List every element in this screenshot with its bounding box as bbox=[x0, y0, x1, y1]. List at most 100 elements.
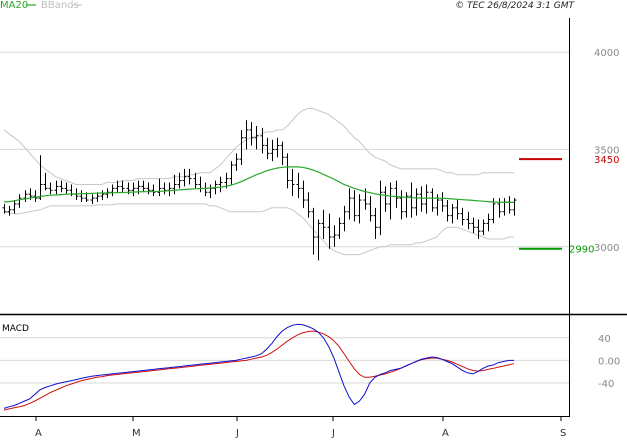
ohlc-bar bbox=[507, 196, 512, 214]
ohlc-bar bbox=[502, 198, 507, 216]
ohlc-bar bbox=[110, 184, 115, 197]
ohlc-bar bbox=[342, 205, 347, 232]
ohlc-bar bbox=[280, 141, 285, 165]
ohlc-bar bbox=[450, 203, 455, 224]
ohlc-bar bbox=[512, 198, 517, 216]
ohlc-bar bbox=[321, 209, 326, 239]
ohlc-bar bbox=[430, 188, 435, 212]
ohlc-bar bbox=[337, 217, 342, 239]
month-label: A bbox=[442, 428, 449, 439]
ohlc-bar bbox=[79, 190, 84, 202]
macd-signal-line bbox=[3, 330, 515, 411]
ohlc-bar bbox=[198, 176, 203, 193]
ohlc-bar bbox=[7, 205, 12, 216]
month-label: S bbox=[560, 428, 566, 439]
ohlc-bar bbox=[23, 190, 28, 202]
ohlc-bar bbox=[33, 190, 38, 202]
price-grid bbox=[0, 51, 569, 248]
ohlc-bar bbox=[208, 184, 213, 199]
ohlc-bar bbox=[394, 180, 399, 208]
ohlc-bar bbox=[424, 184, 429, 214]
ohlc-bar bbox=[357, 194, 362, 224]
bbands-upper-line bbox=[3, 108, 514, 185]
ohlc-bar bbox=[306, 192, 311, 218]
ohlc-bar bbox=[332, 225, 337, 247]
ohlc-bar bbox=[486, 213, 491, 232]
ohlc-bar bbox=[419, 186, 424, 212]
macd-title: MACD bbox=[2, 324, 29, 334]
macd-tick-label: 0.00 bbox=[598, 356, 620, 367]
ohlc-bar bbox=[12, 200, 17, 214]
month-label: J bbox=[235, 428, 239, 439]
ohlc-bar bbox=[352, 190, 357, 222]
ohlc-bar bbox=[141, 180, 146, 193]
ohlc-bar bbox=[90, 194, 95, 204]
price-tick-label: 3500 bbox=[594, 145, 619, 156]
ma20-legend-label: MA20 bbox=[0, 0, 28, 11]
ohlc-bar bbox=[466, 211, 471, 230]
ohlc-bar bbox=[290, 168, 295, 197]
bollinger-bands bbox=[3, 108, 514, 256]
ohlc-bar bbox=[43, 172, 48, 191]
ohlc-bar bbox=[460, 207, 465, 226]
ohlc-bar bbox=[157, 178, 162, 197]
ohlc-bar bbox=[17, 194, 22, 208]
ohlc-bar bbox=[383, 186, 388, 212]
ohlc-bar bbox=[440, 192, 445, 212]
ohlc-bar bbox=[38, 155, 43, 201]
ohlc-bar bbox=[471, 217, 476, 234]
ohlc-bar bbox=[368, 196, 373, 222]
ohlc-bar bbox=[455, 200, 460, 220]
ohlc-bar bbox=[301, 180, 306, 208]
ohlc-bar bbox=[182, 168, 187, 187]
macd-line bbox=[3, 323, 514, 409]
price-y-axis: 4000 3500 3000 bbox=[594, 48, 619, 254]
ohlc-bar bbox=[497, 198, 502, 218]
macd-lines bbox=[3, 323, 515, 411]
ohlc-bars bbox=[2, 120, 517, 261]
ohlc-bar bbox=[59, 180, 64, 193]
ohlc-bar bbox=[162, 182, 167, 195]
ohlc-bar bbox=[414, 188, 419, 216]
ohlc-bar bbox=[218, 176, 223, 193]
support-label: 2990 bbox=[569, 245, 594, 256]
ohlc-bar bbox=[388, 182, 393, 220]
ohlc-bar bbox=[131, 182, 136, 197]
ohlc-bar bbox=[378, 180, 383, 236]
month-label: J bbox=[331, 428, 335, 439]
ohlc-bar bbox=[409, 182, 414, 218]
ohlc-bar bbox=[249, 122, 254, 146]
ohlc-bar bbox=[445, 200, 450, 222]
price-tick-label: 4000 bbox=[594, 48, 619, 59]
ohlc-bar bbox=[54, 180, 59, 195]
ohlc-bar bbox=[244, 120, 249, 150]
ohlc-bar bbox=[254, 126, 259, 150]
copyright-text: © TEC 26/8/2024 3:1 GMT bbox=[455, 1, 575, 11]
ohlc-bar bbox=[285, 153, 290, 189]
macd-grid bbox=[0, 337, 569, 384]
ohlc-bar bbox=[203, 182, 208, 197]
ohlc-bar bbox=[177, 172, 182, 189]
ohlc-bar bbox=[167, 182, 172, 197]
chart-svg: 3450 2990 4000 3500 3000 40 0.00 -40 A M J J A S M… bbox=[0, 0, 627, 439]
ohlc-bar bbox=[234, 153, 239, 171]
ohlc-bar bbox=[435, 194, 440, 216]
ohlc-bar bbox=[151, 184, 156, 197]
ohlc-bar bbox=[373, 207, 378, 239]
ohlc-bar bbox=[404, 192, 409, 218]
ohlc-bar bbox=[399, 190, 404, 220]
ohlc-bar bbox=[64, 182, 69, 195]
ohlc-bar bbox=[270, 139, 275, 162]
month-axis: AMJJAS bbox=[35, 416, 566, 439]
ohlc-bar bbox=[275, 137, 280, 158]
ohlc-bar bbox=[100, 190, 105, 201]
ohlc-bar bbox=[187, 168, 192, 185]
month-label: M bbox=[132, 428, 141, 439]
ohlc-bar bbox=[48, 182, 53, 195]
ohlc-bar bbox=[481, 219, 486, 236]
ohlc-bar bbox=[316, 219, 321, 261]
ohlc-bar bbox=[265, 137, 270, 160]
ohlc-bar bbox=[229, 161, 234, 185]
ohlc-bar bbox=[347, 188, 352, 220]
price-tick-label: 3000 bbox=[594, 243, 619, 254]
